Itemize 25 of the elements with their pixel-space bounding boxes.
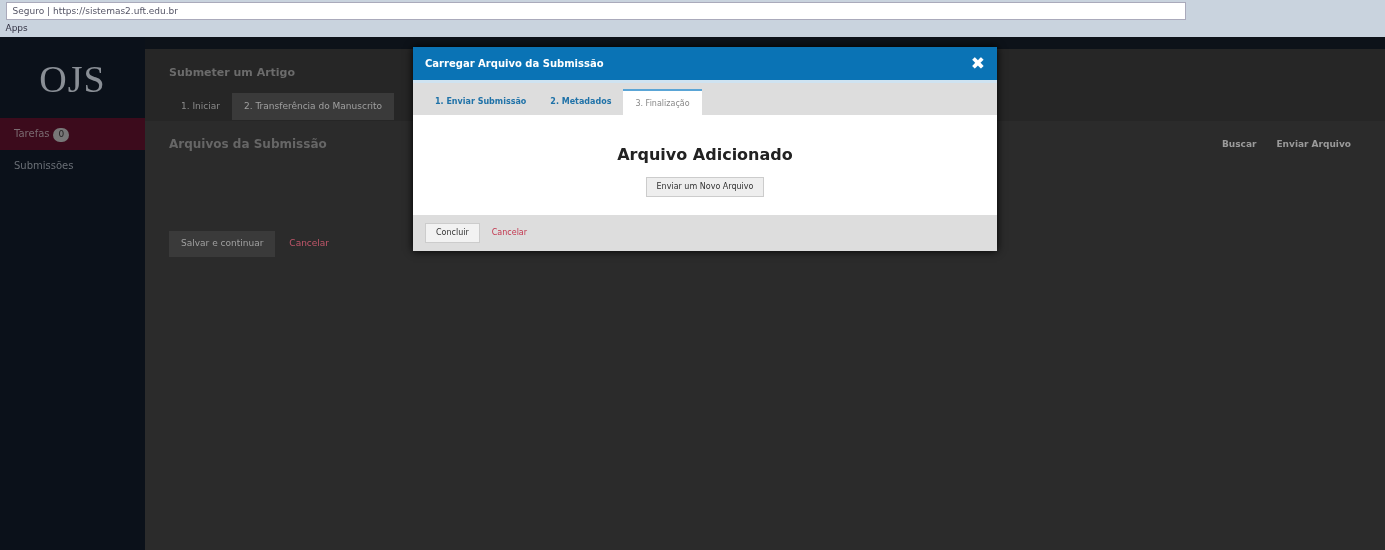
- modal-title: Carregar Arquivo da Submissão: [425, 57, 604, 71]
- logo: OJS: [38, 57, 107, 102]
- complete-button[interactable]: Concluir: [425, 223, 480, 243]
- tab[interactable]: 3. Finalização: [623, 89, 702, 115]
- step-tab[interactable]: 2. Transferência do Manuscrito: [232, 92, 395, 120]
- cancel-link[interactable]: Cancelar: [491, 227, 528, 239]
- save-button[interactable]: Salvar e continuar: [169, 231, 276, 257]
- action-link[interactable]: Buscar: [1211, 137, 1267, 152]
- tab[interactable]: 1. Enviar Submissão: [423, 89, 539, 115]
- address-bar[interactable]: Seguro | https://sistemas2.uft.edu.br: [5, 2, 1186, 20]
- bookmark-link[interactable]: Apps: [5, 22, 28, 36]
- action-link[interactable]: Enviar Arquivo: [1266, 137, 1361, 152]
- sidebar-item[interactable]: Tarefas 0: [0, 118, 145, 150]
- tab[interactable]: 2. Metadados: [538, 89, 624, 115]
- upload-button[interactable]: Enviar um Novo Arquivo: [645, 177, 765, 197]
- page-title: Submeter um Artigo: [169, 65, 297, 81]
- step-tab[interactable]: 1. Iniciar: [169, 92, 232, 120]
- heading: Arquivo Adicionado: [616, 144, 794, 166]
- sidebar-label: Submissões: [14, 159, 74, 171]
- count-badge: 0: [53, 128, 70, 142]
- sidebar-item[interactable]: Submissões: [0, 149, 145, 181]
- section-title: Arquivos da Submissão: [169, 136, 327, 153]
- close-button[interactable]: ✖: [970, 55, 985, 72]
- sidebar-label: Tarefas: [14, 128, 50, 139]
- cancel-link[interactable]: Cancelar: [289, 237, 330, 251]
